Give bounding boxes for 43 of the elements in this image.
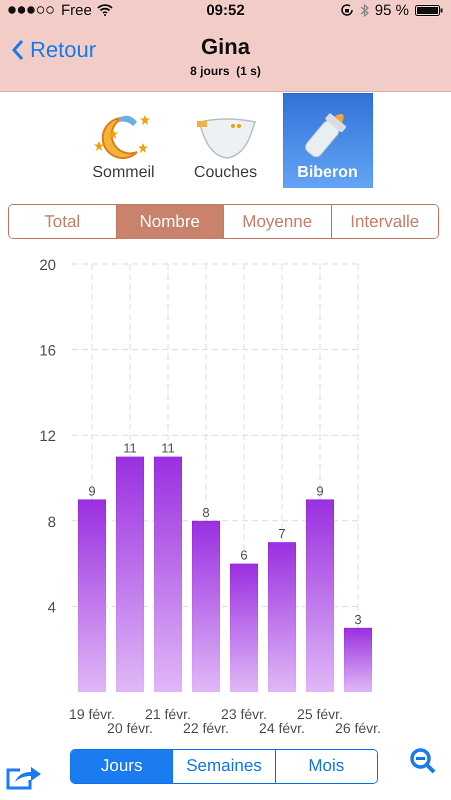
bar-value-label: 3 <box>354 612 362 627</box>
y-axis-label: 8 <box>48 514 56 531</box>
metric-tab[interactable]: Nombre <box>116 205 223 238</box>
y-axis-label: 16 <box>39 342 56 360</box>
x-axis-label: 23 févr. <box>221 706 267 722</box>
share-icon[interactable] <box>6 764 42 790</box>
status-time: 09:52 <box>206 2 245 18</box>
zoom-out-icon[interactable] <box>410 748 436 774</box>
x-axis-label: 26 févr. <box>335 720 381 736</box>
x-axis-label: 25 févr. <box>297 706 343 722</box>
bluetooth-icon <box>360 2 369 18</box>
nav-title: Gina <box>201 34 250 60</box>
bar-value-label: 6 <box>240 548 248 563</box>
x-axis-label: 21 févr. <box>145 706 191 722</box>
back-chevron-icon <box>12 39 24 61</box>
bar-value-label: 9 <box>88 483 96 498</box>
carrier-name: Free <box>61 2 92 18</box>
metric-tab[interactable]: Intervalle <box>330 205 438 238</box>
battery-percentage: 95 % <box>374 2 409 18</box>
bar-value-label: 11 <box>123 440 137 456</box>
category-tab[interactable]: Couches <box>180 93 270 188</box>
period-tab[interactable]: Mois <box>274 750 377 782</box>
x-axis-label: 20 févr. <box>107 720 153 736</box>
battery-icon <box>415 4 443 16</box>
rotation-lock-icon <box>340 3 354 17</box>
y-axis-label: 4 <box>48 599 56 616</box>
category-tab[interactable]: Sommeil <box>78 93 168 188</box>
period-tab[interactable]: Jours <box>71 750 172 782</box>
category-tab[interactable]: Biberon <box>282 93 372 188</box>
y-axis-label: 20 <box>39 257 56 274</box>
x-axis-label: 19 févr. <box>69 706 115 722</box>
bar-value-label: 7 <box>278 526 286 542</box>
bar-value-label: 11 <box>161 440 175 456</box>
y-axis-label: 12 <box>39 428 56 446</box>
bar <box>344 628 372 692</box>
back-button[interactable]: Retour <box>0 37 96 63</box>
bar-value-label: 8 <box>202 504 210 520</box>
wifi-icon <box>96 4 113 16</box>
bar-value-label: 9 <box>316 483 324 498</box>
x-axis-label: 22 févr. <box>183 720 229 736</box>
signal-icon <box>8 6 56 14</box>
x-axis-label: 24 févr. <box>259 720 305 736</box>
nav-subtitle: 8 jours (1 s) <box>190 64 261 78</box>
